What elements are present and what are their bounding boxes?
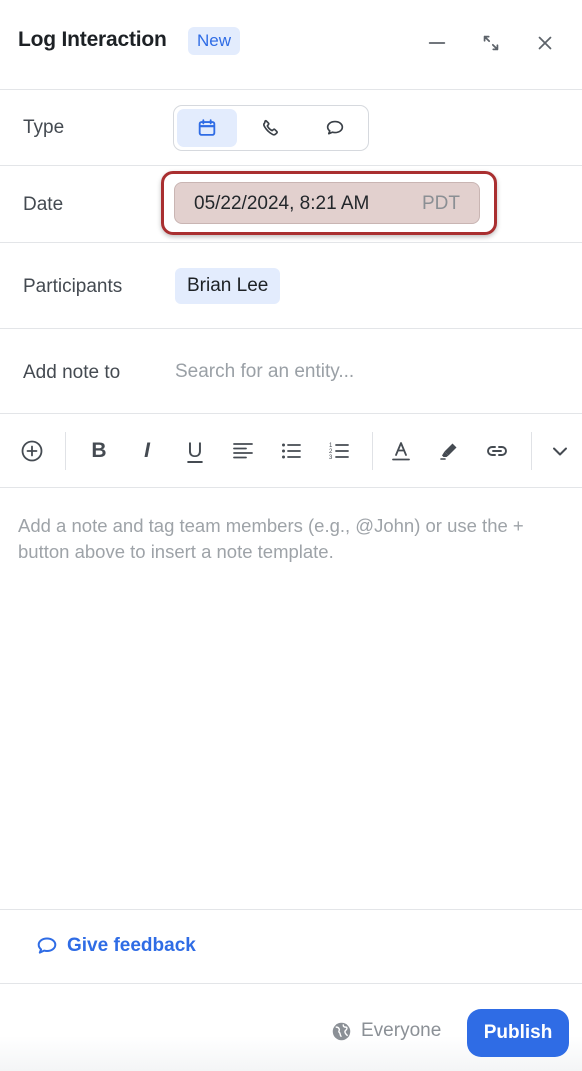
date-field-highlight: 05/22/2024, 8:21 AM PDT — [161, 171, 497, 235]
text-color-button[interactable] — [385, 435, 417, 467]
more-formatting-button[interactable] — [544, 435, 576, 467]
align-button[interactable] — [227, 435, 259, 467]
align-left-icon — [233, 443, 253, 459]
expand-button[interactable] — [474, 26, 508, 60]
toolbar-divider — [65, 432, 66, 470]
numbered-list-button[interactable]: 1 2 3 — [323, 435, 355, 467]
calendar-icon — [198, 119, 216, 136]
numbered-list-icon: 1 2 3 — [329, 443, 349, 461]
participants-label: Participants — [23, 276, 123, 297]
panel-title: Log Interaction — [18, 28, 167, 51]
link-icon — [487, 446, 507, 456]
note-editor[interactable]: Add a note and tag team members (e.g., @… — [0, 488, 582, 910]
type-label: Type — [23, 117, 65, 138]
underline-label: U — [187, 439, 203, 462]
bullet-list-button[interactable] — [275, 435, 307, 467]
timezone-label: PDT — [422, 193, 460, 214]
phone-icon — [263, 120, 278, 136]
type-row: Type — [0, 90, 582, 166]
close-button[interactable] — [528, 26, 562, 60]
link-button[interactable] — [481, 435, 513, 467]
underline-button[interactable]: U — [179, 435, 211, 467]
highlight-button[interactable] — [433, 435, 465, 467]
date-row: Date 05/22/2024, 8:21 AM PDT — [0, 166, 582, 243]
italic-label: I — [144, 439, 150, 462]
give-feedback-label: Give feedback — [67, 935, 196, 956]
panel-footer: Everyone Publish — [0, 983, 582, 1071]
minimize-button[interactable] — [420, 26, 454, 60]
bullet-list-icon — [282, 443, 301, 459]
type-call-button[interactable] — [241, 109, 301, 147]
log-interaction-panel: Log Interaction New Type Date 05/22/2024… — [0, 0, 582, 1071]
visibility-selector[interactable]: Everyone — [331, 1020, 441, 1042]
participants-row: Participants Brian Lee — [0, 243, 582, 329]
minimize-icon — [428, 42, 446, 44]
date-label: Date — [23, 194, 64, 215]
bold-label: B — [91, 439, 107, 462]
interaction-type-selector — [173, 105, 369, 151]
date-time-value: 05/22/2024, 8:21 AM — [194, 193, 370, 214]
insert-template-button[interactable] — [16, 435, 48, 467]
add-note-to-label: Add note to — [23, 362, 121, 383]
type-message-button[interactable] — [305, 109, 365, 147]
italic-button[interactable]: I — [131, 435, 163, 467]
publish-button[interactable]: Publish — [467, 1009, 569, 1057]
note-editor-placeholder: Add a note and tag team members (e.g., @… — [18, 515, 524, 562]
panel-header: Log Interaction New — [0, 0, 582, 90]
type-meeting-button[interactable] — [177, 109, 237, 147]
entity-search-input[interactable] — [175, 355, 555, 389]
toolbar-divider — [531, 432, 532, 470]
chevron-down-icon — [553, 447, 567, 456]
expand-icon — [483, 35, 499, 51]
bold-button[interactable]: B — [83, 435, 115, 467]
give-feedback-link[interactable]: Give feedback — [35, 934, 196, 958]
highlight-icon — [440, 443, 457, 460]
new-badge: New — [188, 27, 241, 55]
formatting-toolbar: B I U 1 2 3 — [0, 413, 582, 488]
visibility-label: Everyone — [361, 1020, 442, 1041]
date-time-field[interactable]: 05/22/2024, 8:21 AM PDT — [174, 182, 480, 224]
text-color-icon — [392, 442, 410, 461]
globe-icon — [332, 1022, 351, 1040]
close-icon — [538, 36, 552, 50]
svg-text:3: 3 — [329, 455, 333, 461]
chat-bubble-icon — [37, 937, 57, 954]
add-note-to-row: Add note to — [0, 329, 582, 414]
chat-bubble-icon — [326, 120, 344, 135]
participant-chip[interactable]: Brian Lee — [175, 268, 281, 304]
toolbar-divider — [372, 432, 373, 470]
plus-circle-icon — [21, 440, 43, 462]
